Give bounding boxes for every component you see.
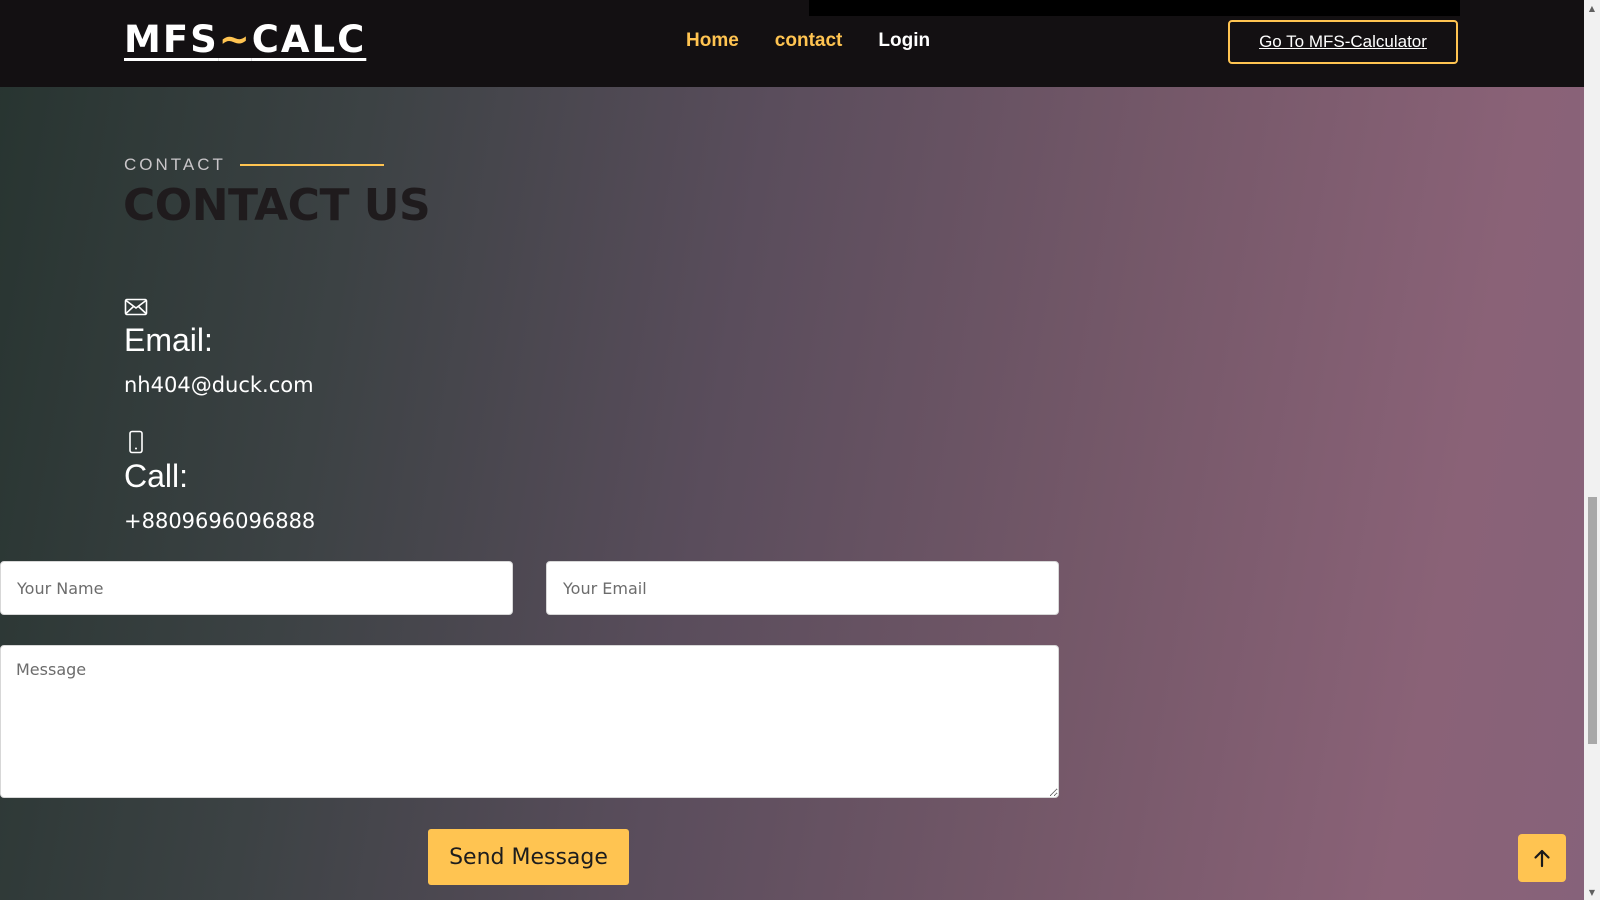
logo-tilde: ~ (218, 18, 252, 61)
email-label: Email: (124, 322, 213, 358)
page: MFS~CALC Home contact Login Go To MFS-Ca… (0, 0, 1584, 900)
envelope-icon (124, 298, 148, 316)
nav-link-login[interactable]: Login (878, 30, 930, 52)
send-message-button[interactable]: Send Message (428, 829, 629, 885)
section-eyebrow-text: CONTACT (124, 155, 226, 174)
email-input[interactable] (546, 561, 1059, 615)
scrollbar-thumb[interactable] (1588, 497, 1597, 744)
nav-link-home[interactable]: Home (686, 30, 739, 52)
phone-icon (129, 430, 143, 454)
back-to-top-button[interactable] (1518, 834, 1566, 882)
site-logo[interactable]: MFS~CALC (124, 18, 366, 61)
name-input[interactable] (0, 561, 513, 615)
site-header: MFS~CALC Home contact Login Go To MFS-Ca… (0, 0, 1584, 87)
email-value: nh404@duck.com (124, 373, 314, 397)
arrow-up-icon (1534, 849, 1550, 868)
section-title: CONTACT US (123, 180, 431, 231)
call-label: Call: (124, 458, 189, 494)
go-to-calculator-button[interactable]: Go To MFS-Calculator (1228, 20, 1458, 64)
call-value: +8809696096888 (124, 509, 316, 533)
logo-text-mfs: MFS (124, 18, 219, 61)
scroll-up-arrow-icon[interactable]: ▲ (1584, 0, 1600, 16)
scroll-down-arrow-icon[interactable]: ▼ (1584, 884, 1600, 900)
message-textarea[interactable] (0, 645, 1059, 798)
page-scrollbar[interactable]: ▲ ▼ (1584, 0, 1600, 900)
eyebrow-divider-line (239, 164, 384, 166)
section-eyebrow: CONTACT (124, 155, 384, 175)
header-dark-strip (809, 0, 1460, 16)
logo-text-calc: CALC (251, 18, 367, 61)
main-nav: Home contact Login (686, 30, 930, 52)
nav-link-contact[interactable]: contact (775, 30, 843, 52)
